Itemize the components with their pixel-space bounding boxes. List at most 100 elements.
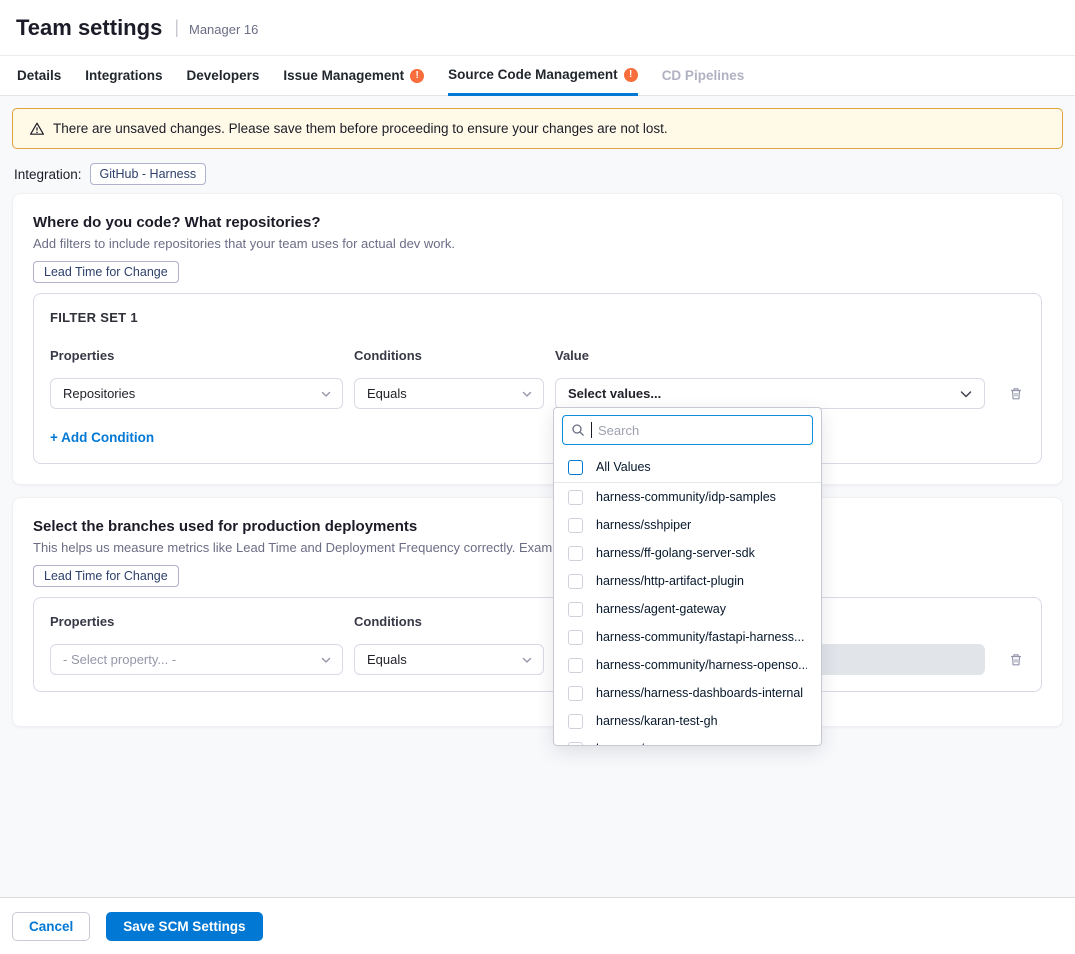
repo-option[interactable]: harness/karan-test-gh <box>554 707 821 735</box>
tab-label: Details <box>17 68 61 83</box>
all-values-option[interactable]: All Values <box>554 452 821 483</box>
repositories-card: Where do you code? What repositories? Ad… <box>12 193 1063 485</box>
title-divider: | <box>174 17 179 38</box>
tab-label: Source Code Management <box>448 67 618 82</box>
condition-select-value: Equals <box>367 386 407 401</box>
integration-row: Integration: GitHub - Harness <box>14 163 1061 185</box>
filter-set-label: FILTER SET 1 <box>50 310 1025 325</box>
repo-option[interactable]: harness/harness-dashboards-internal <box>554 679 821 707</box>
repo-label: harness/ff-golang-server-sdk <box>596 546 755 560</box>
property-select-placeholder: - Select property... - <box>63 652 176 667</box>
repo-checkbox[interactable] <box>568 658 583 673</box>
lead-time-chip: Lead Time for Change <box>33 261 179 283</box>
value-select-placeholder: Select values... <box>568 386 661 401</box>
repo-option[interactable]: harness/agent-gateway <box>554 595 821 623</box>
search-icon <box>571 423 585 437</box>
all-values-checkbox[interactable] <box>568 460 583 475</box>
chevron-down-icon <box>958 386 974 402</box>
lead-time-chip: Lead Time for Change <box>33 565 179 587</box>
filter-column-headers: Properties Conditions <box>50 614 1025 629</box>
filter-row: - Select property... - Equals <box>50 644 1025 675</box>
add-condition-button[interactable]: + Add Condition <box>50 430 154 445</box>
warning-badge-icon: ! <box>624 68 638 82</box>
repo-option[interactable]: harness-community/fastapi-harness... <box>554 623 821 651</box>
branches-card-subtitle: This helps us measure metrics like Lead … <box>33 540 1042 555</box>
tab-developers[interactable]: Developers <box>187 56 260 95</box>
condition-select[interactable]: Equals <box>354 378 544 409</box>
repo-checkbox[interactable] <box>568 714 583 729</box>
repo-label: harness/sshpiper <box>596 518 691 532</box>
condition-select[interactable]: Equals <box>354 644 544 675</box>
chevron-down-icon <box>320 388 332 400</box>
repo-label: harness/karan-test-gh <box>596 714 718 728</box>
repo-label: harness/http-artifact-plugin <box>596 574 744 588</box>
branches-card: Select the branches used for production … <box>12 497 1063 727</box>
tab-issue-management[interactable]: Issue Management ! <box>283 56 424 95</box>
tab-label: Integrations <box>85 68 162 83</box>
chevron-down-icon <box>521 654 533 666</box>
repo-option[interactable]: harness-community/harness-openso... <box>554 651 821 679</box>
page-title: Team settings <box>16 15 162 41</box>
tab-source-code-management[interactable]: Source Code Management ! <box>448 56 638 96</box>
repositories-card-subtitle: Add filters to include repositories that… <box>33 236 1042 251</box>
banner-message: There are unsaved changes. Please save t… <box>53 121 668 136</box>
tab-label: Issue Management <box>283 68 404 83</box>
tab-details[interactable]: Details <box>17 56 61 95</box>
repo-checkbox[interactable] <box>568 518 583 533</box>
repo-checkbox[interactable] <box>568 602 583 617</box>
content-area: There are unsaved changes. Please save t… <box>0 96 1075 897</box>
repo-checkbox[interactable] <box>568 546 583 561</box>
repo-label: harness/agent-gateway <box>596 602 726 616</box>
repo-label: harness/harness-dashboards-internal <box>596 686 803 700</box>
chevron-down-icon <box>521 388 533 400</box>
integration-chip[interactable]: GitHub - Harness <box>90 163 207 185</box>
repo-label: harness-community/idp-samples <box>596 490 776 504</box>
repo-option[interactable]: harness/http-artifact-plugin <box>554 567 821 595</box>
repo-option[interactable]: harness/ff-golang-server-sdk <box>554 539 821 567</box>
search-input[interactable] <box>598 423 804 438</box>
properties-column-header: Properties <box>50 614 343 629</box>
repositories-card-title: Where do you code? What repositories? <box>33 214 1042 231</box>
repo-option[interactable]: harness-community/idp-samples <box>554 483 821 511</box>
value-multiselect[interactable]: Select values... <box>555 378 985 409</box>
repo-checkbox[interactable] <box>568 490 583 505</box>
repo-checkbox[interactable] <box>568 686 583 701</box>
cancel-button[interactable]: Cancel <box>12 912 90 941</box>
delete-filter-button[interactable] <box>1002 380 1030 408</box>
filter-column-headers: Properties Conditions Value <box>50 348 1025 363</box>
property-select-value: Repositories <box>63 386 135 401</box>
repo-label: harness/… <box>596 742 656 746</box>
delete-filter-button[interactable] <box>1002 646 1030 674</box>
trash-icon <box>1008 651 1024 668</box>
filter-row: Repositories Equals Select values... <box>50 378 1025 409</box>
page-header: Team settings | Manager 16 <box>0 0 1075 56</box>
tab-label: CD Pipelines <box>662 68 745 83</box>
value-column-header: Value <box>555 348 985 363</box>
repo-checkbox[interactable] <box>568 574 583 589</box>
warning-badge-icon: ! <box>410 69 424 83</box>
property-select[interactable]: Repositories <box>50 378 343 409</box>
condition-select-value: Equals <box>367 652 407 667</box>
property-select[interactable]: - Select property... - <box>50 644 343 675</box>
repo-option-clipped[interactable]: harness/… <box>554 735 821 746</box>
integration-label: Integration: <box>14 167 82 182</box>
repo-checkbox[interactable] <box>568 742 583 747</box>
properties-column-header: Properties <box>50 348 343 363</box>
chevron-down-icon <box>320 654 332 666</box>
repo-label: harness-community/harness-openso... <box>596 658 807 672</box>
branches-filter-panel: Properties Conditions - Select property.… <box>33 597 1042 692</box>
search-box <box>562 415 813 445</box>
tab-integrations[interactable]: Integrations <box>85 56 162 95</box>
all-values-label: All Values <box>596 460 651 474</box>
trash-icon <box>1008 385 1024 402</box>
tab-cd-pipelines: CD Pipelines <box>662 56 745 95</box>
repo-option[interactable]: harness/sshpiper <box>554 511 821 539</box>
repo-checkbox[interactable] <box>568 630 583 645</box>
conditions-column-header: Conditions <box>354 348 544 363</box>
save-scm-settings-button[interactable]: Save SCM Settings <box>106 912 262 941</box>
text-cursor <box>591 422 592 438</box>
team-name: Manager 16 <box>189 19 258 37</box>
tab-label: Developers <box>187 68 260 83</box>
tab-bar: Details Integrations Developers Issue Ma… <box>0 56 1075 96</box>
repo-label: harness-community/fastapi-harness... <box>596 630 804 644</box>
